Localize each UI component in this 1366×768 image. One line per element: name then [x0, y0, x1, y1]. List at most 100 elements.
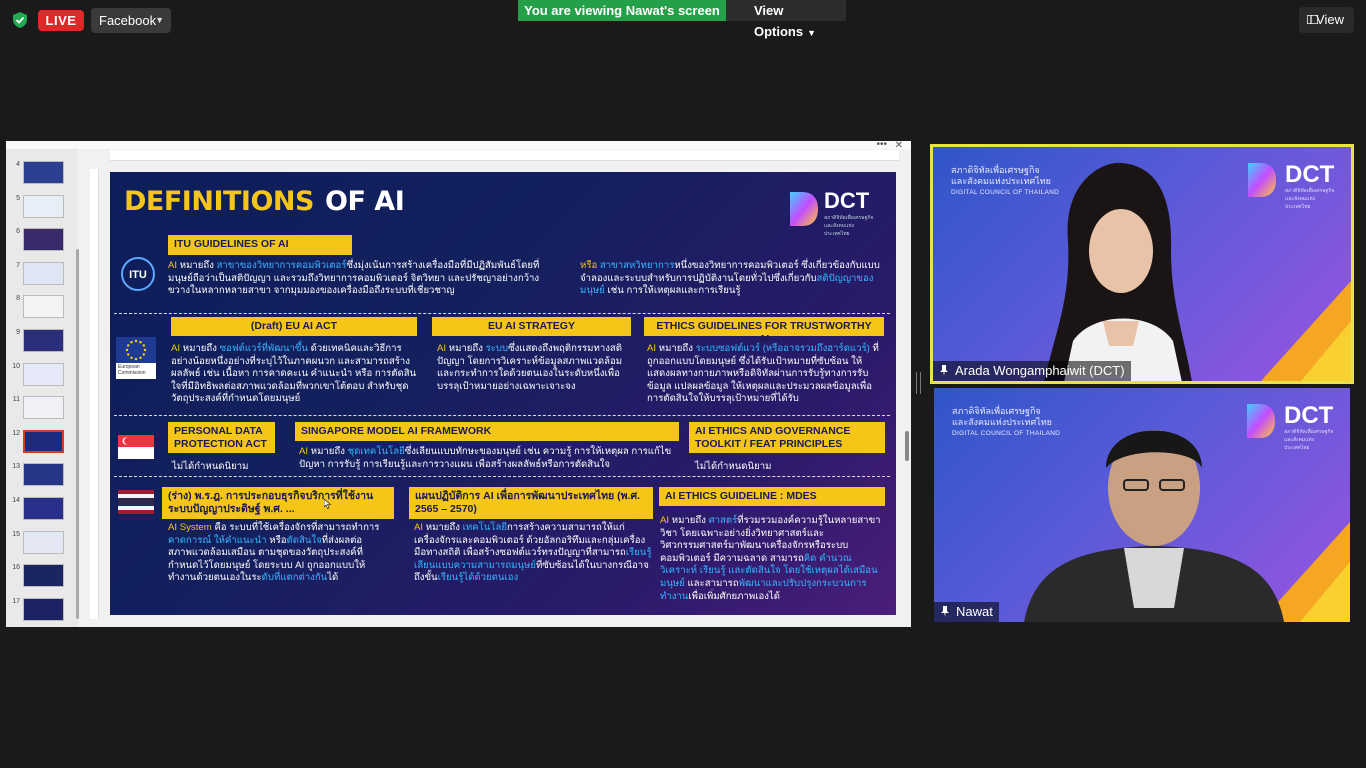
slide-thumbnail[interactable]	[23, 597, 64, 621]
shared-screen[interactable]: ••• ✕ 4 5 6 7 8 9 10 11 12 13 14 15 16 17 DEFINITIONS…	[6, 139, 911, 627]
divider-line	[114, 313, 890, 314]
itu-definition-right: หรือ สาขาสหวิทยาการหนึ่งของวิทยาการคอมพิ…	[580, 260, 880, 297]
pin-icon	[941, 606, 949, 617]
feat-definition: ไม่ได้กำหนดนิยาม	[695, 461, 772, 472]
tile-dct-logo: DCT สภาดิจิทัลเพื่อเศรษฐกิจและสังคมแห่งป…	[1245, 161, 1337, 210]
mdes-definition: AI หมายถึง ศาสตร์ที่รวมรวมองค์ความรู้ในห…	[660, 515, 881, 602]
vertical-ruler	[90, 169, 99, 619]
slide-thumbnail[interactable]	[23, 161, 64, 184]
thumbnail-scrollbar[interactable]	[76, 249, 79, 619]
video-tile-nawat[interactable]: สภาดิจิทัลเพื่อเศรษฐกิจ และสังคมแห่งประเ…	[934, 388, 1350, 622]
chevron-down-icon: ▼	[807, 28, 817, 38]
participant-video-nawat	[1024, 430, 1284, 622]
dct-logo-subtitle: สภาดิจิทัลเพื่อเศรษฐกิจและสังคมแห่งประเท…	[824, 215, 874, 237]
itu-logo-icon: ITU	[121, 257, 155, 291]
slide-thumbnail-number: 4	[16, 161, 20, 168]
eu-stars-icon	[125, 339, 147, 361]
more-options-icon[interactable]: •••	[876, 139, 887, 150]
ethics-trustworthy-ai-definition: AI หมายถึง ระบบซอฟต์แวร์ (หรืออาจรวมถึงฮ…	[647, 343, 879, 405]
slide-thumbnail[interactable]	[23, 396, 64, 420]
thai-ai-action-plan-definition: AI หมายถึง เทคโนโลยีการสร้างความสามารถให…	[414, 522, 652, 584]
current-slide: DEFINITIONS OF AI DCT สภาดิจิทัลเพื่อเศร…	[110, 172, 896, 615]
view-options-label: View Options	[754, 3, 804, 39]
slide-thumbnail-number: 15	[12, 530, 20, 538]
divider-line	[114, 415, 890, 416]
live-badge[interactable]: LIVE	[38, 10, 84, 31]
singapore-flag-icon	[118, 435, 154, 459]
video-tile-arada[interactable]: สภาดิจิทัลเพื่อเศรษฐกิจ และสังคมแห่งประเ…	[930, 144, 1354, 384]
thai-ai-action-plan-header: แผนปฏิบัติการ AI เพื่อการพัฒนาประเทศไทย …	[409, 487, 653, 519]
tile-decoration	[1301, 321, 1351, 381]
participant-name-tag: Arada Wongamphaiwit (DCT)	[933, 361, 1131, 381]
mouse-pointer-icon	[324, 499, 331, 509]
slide-thumbnail-number: 9	[16, 329, 20, 336]
eu-ai-act-header: (Draft) EU AI ACT	[171, 317, 417, 336]
european-commission-caption: European Commission	[118, 364, 146, 376]
stream-platform-dropdown[interactable]: Facebook ▼	[91, 8, 171, 33]
platform-label: Facebook	[99, 13, 157, 28]
dct-logo-mark-icon	[790, 192, 818, 226]
eu-ai-act-definition: AI หมายถึง ซอฟต์แวร์ที่พัฒนาขึ้น ด้วยเทค…	[171, 343, 417, 405]
slide-thumbnail-number: 13	[12, 463, 20, 471]
slide-thumbnail-number: 10	[12, 362, 20, 370]
eu-ai-strategy-definition: AI หมายถึง ระบบซึ่งแสดงถึงพฤติกรรมทางสติ…	[437, 343, 623, 392]
ai-ethics-governance-toolkit-header: AI ETHICS AND GOVERNANCE TOOLKIT / FEAT …	[689, 422, 885, 453]
slide-thumbnail-number: 14	[12, 497, 20, 504]
presenter-toolbar	[6, 141, 911, 149]
thai-royal-decree-header: (ร่าง) พ.ร.ฎ. การประกอบธุรกิจบริการที่ใช…	[162, 487, 394, 519]
divider-line	[114, 476, 890, 477]
pdpa-header: PERSONAL DATA PROTECTION ACT	[168, 422, 275, 453]
slide-thumbnail-number: 7	[16, 261, 20, 269]
slide-scrollbar[interactable]	[905, 431, 909, 461]
slide-thumbnail[interactable]	[23, 362, 64, 386]
dct-logo-text: DCT	[824, 188, 870, 213]
tile-decoration	[1300, 562, 1350, 622]
svg-text:ITU: ITU	[129, 269, 147, 281]
horizontal-ruler	[110, 150, 899, 161]
grid-view-icon	[1307, 15, 1318, 24]
participant-video-arada	[1044, 162, 1192, 381]
slide-thumbnail[interactable]	[23, 530, 64, 554]
eu-ai-strategy-header: EU AI STRATEGY	[432, 317, 631, 336]
slide-thumbnail-number: 6	[16, 228, 20, 236]
panel-resize-handle[interactable]	[916, 372, 921, 394]
slide-thumbnail[interactable]	[23, 261, 64, 285]
ethics-trustworthy-ai-header: ETHICS GUIDELINES FOR TRUSTWORTHY AI	[644, 317, 884, 345]
view-options-button[interactable]: View Options ▼	[726, 0, 846, 39]
slide-thumbnail[interactable]	[23, 497, 64, 520]
shield-check-icon[interactable]	[11, 11, 29, 29]
slide-thumbnail[interactable]	[23, 564, 64, 588]
pin-icon	[940, 365, 948, 376]
view-label: View	[1316, 12, 1344, 27]
slide-thumbnail[interactable]	[23, 228, 64, 252]
slide-thumbnail[interactable]	[23, 194, 64, 218]
singapore-model-ai-header: SINGAPORE MODEL AI FRAMEWORK	[295, 422, 679, 441]
participant-name-tag: Nawat	[934, 602, 999, 622]
pdpa-definition: ไม่ได้กำหนดนิยาม	[172, 461, 249, 472]
slide-thumbnail-number: 5	[16, 194, 20, 202]
thai-royal-decree-definition: AI System คือ ระบบที่ใช้เครื่องจักรที่สา…	[168, 522, 380, 584]
slide-thumbnail[interactable]	[23, 463, 64, 487]
slide-thumbnail-number: 16	[12, 564, 20, 572]
chevron-down-icon: ▼	[155, 15, 164, 25]
slide-thumbnail-panel[interactable]: 4 5 6 7 8 9 10 11 12 13 14 15 16 17	[6, 149, 79, 627]
dct-logo-mark-icon	[1248, 163, 1276, 197]
singapore-model-ai-definition: AI หมายถึง ชุดเทคโนโลยีซึ่งเลียนแบบทักษะ…	[299, 446, 672, 470]
slide-thumbnail-number: 11	[12, 396, 20, 404]
slide-title-of-ai: OF AI	[325, 186, 405, 217]
thailand-flag-icon	[118, 490, 154, 514]
itu-header: ITU GUIDELINES OF AI	[168, 235, 352, 255]
ai-ethics-guideline-mdes-header: AI ETHICS GUIDELINE : MDES	[659, 487, 885, 506]
itu-definition-left: AI หมายถึง สาขาของวิทยาการคอมพิวเตอร์ซึ่…	[168, 260, 540, 297]
slide-thumbnail-number: 17	[12, 597, 20, 605]
european-commission-logo: European Commission	[116, 337, 156, 379]
view-layout-button[interactable]: View	[1299, 7, 1354, 33]
slide-thumbnail-number: 8	[16, 295, 20, 303]
slide-thumbnail[interactable]	[23, 329, 64, 352]
viewing-screen-banner: You are viewing Nawat's screen	[518, 0, 726, 21]
slide-thumbnail[interactable]	[23, 295, 64, 319]
slide-thumbnail[interactable]	[23, 429, 64, 453]
slide-thumbnail-number: 12	[12, 429, 20, 437]
dct-logo: DCT สภาดิจิทัลเพื่อเศรษฐกิจและสังคมแห่งป…	[788, 188, 876, 237]
slide-title-definitions: DEFINITIONS	[124, 186, 314, 217]
